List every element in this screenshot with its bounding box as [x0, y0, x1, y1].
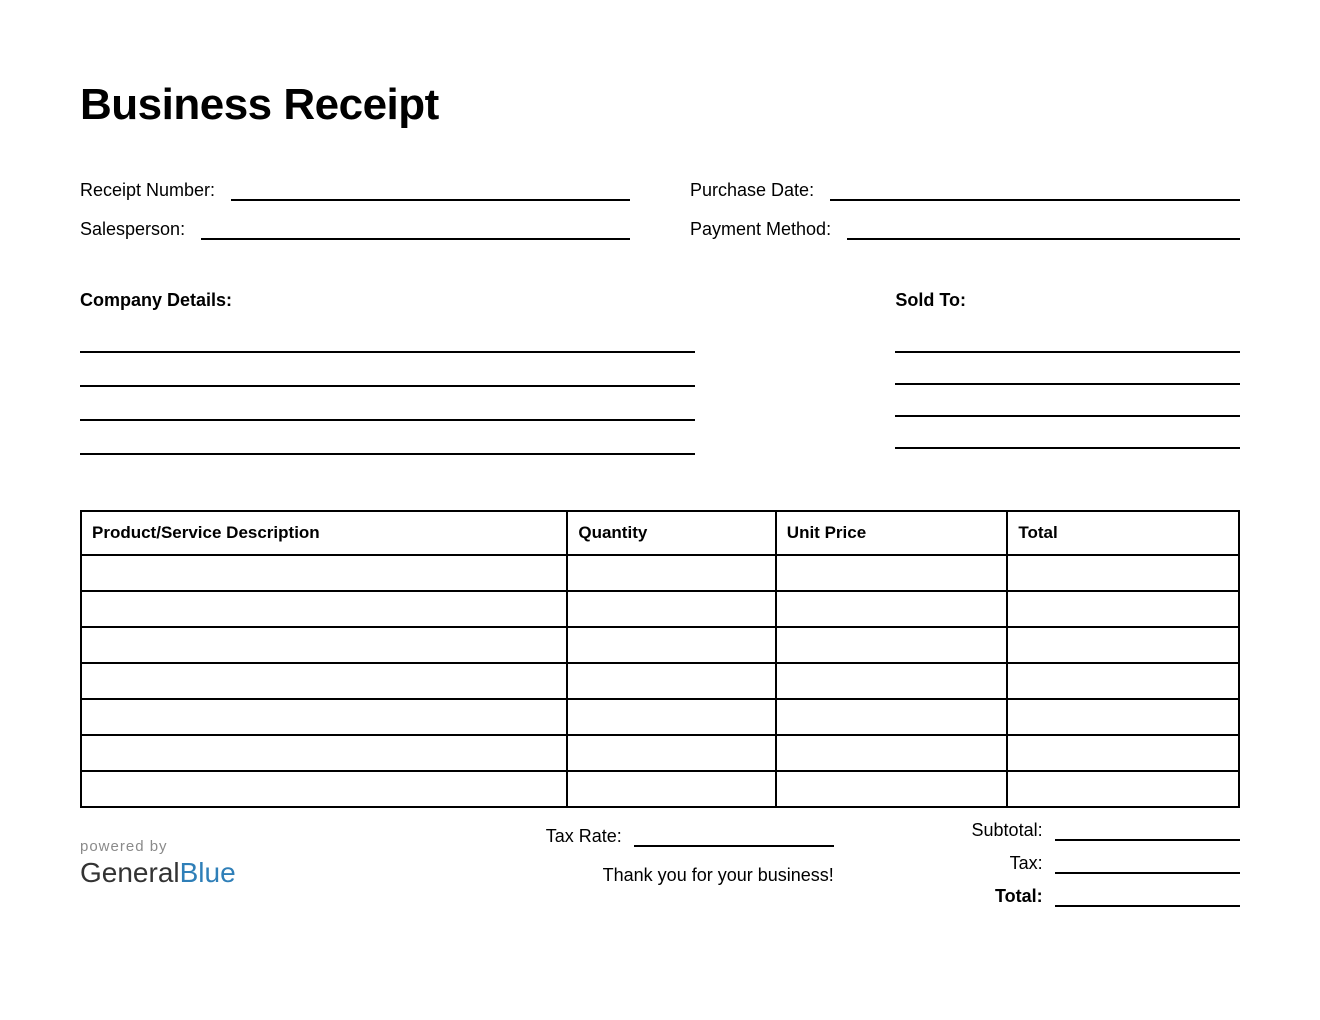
items-table: Product/Service Description Quantity Uni… — [80, 510, 1240, 808]
cell-total[interactable] — [1007, 663, 1239, 699]
tax-row: Tax: — [854, 853, 1240, 874]
address-lines-block — [80, 331, 1240, 455]
company-line-3[interactable] — [80, 399, 695, 421]
items-header-row: Product/Service Description Quantity Uni… — [81, 511, 1239, 555]
tax-field[interactable] — [1055, 854, 1240, 874]
center-column: Tax Rate: Thank you for your business! — [448, 820, 834, 886]
thanks-row: Thank you for your business! — [448, 865, 834, 886]
col-total: Total — [1007, 511, 1239, 555]
cell-unit[interactable] — [776, 627, 1008, 663]
subtotal-label: Subtotal: — [854, 820, 1055, 841]
thanks-text: Thank you for your business! — [603, 865, 834, 886]
cell-total[interactable] — [1007, 771, 1239, 807]
tax-rate-field[interactable] — [634, 827, 834, 847]
cell-unit[interactable] — [776, 771, 1008, 807]
subtotal-row: Subtotal: — [854, 820, 1240, 841]
cell-unit[interactable] — [776, 699, 1008, 735]
tax-rate-label: Tax Rate: — [546, 826, 622, 847]
cell-total[interactable] — [1007, 699, 1239, 735]
cell-desc[interactable] — [81, 699, 567, 735]
cell-desc[interactable] — [81, 555, 567, 591]
col-description: Product/Service Description — [81, 511, 567, 555]
table-row — [81, 591, 1239, 627]
sold-to-heading: Sold To: — [895, 290, 1240, 311]
purchase-date-label: Purchase Date: — [690, 180, 814, 201]
receipt-number-row: Receipt Number: — [80, 180, 630, 201]
cell-desc[interactable] — [81, 627, 567, 663]
sold-to-line-2[interactable] — [895, 363, 1240, 385]
col-unit-price: Unit Price — [776, 511, 1008, 555]
cell-unit[interactable] — [776, 735, 1008, 771]
cell-qty[interactable] — [567, 591, 775, 627]
payment-method-row: Payment Method: — [690, 219, 1240, 240]
table-row — [81, 627, 1239, 663]
company-details-heading: Company Details: — [80, 290, 695, 311]
cell-desc[interactable] — [81, 771, 567, 807]
table-row — [81, 735, 1239, 771]
document-title: Business Receipt — [80, 80, 1240, 130]
cell-desc[interactable] — [81, 735, 567, 771]
col-quantity: Quantity — [567, 511, 775, 555]
cell-total[interactable] — [1007, 627, 1239, 663]
cell-desc[interactable] — [81, 591, 567, 627]
cell-qty[interactable] — [567, 771, 775, 807]
cell-qty[interactable] — [567, 627, 775, 663]
company-line-4[interactable] — [80, 433, 695, 455]
receipt-number-label: Receipt Number: — [80, 180, 215, 201]
table-row — [81, 771, 1239, 807]
salesperson-field[interactable] — [201, 220, 630, 240]
subtotal-field[interactable] — [1055, 821, 1240, 841]
company-line-1[interactable] — [80, 331, 695, 353]
tax-label: Tax: — [854, 853, 1055, 874]
powered-by-label: powered by — [80, 838, 428, 855]
cell-total[interactable] — [1007, 555, 1239, 591]
salesperson-label: Salesperson: — [80, 219, 185, 240]
brand-logo: GeneralBlue — [80, 857, 428, 889]
sold-to-line-3[interactable] — [895, 395, 1240, 417]
cell-unit[interactable] — [776, 591, 1008, 627]
sold-to-line-4[interactable] — [895, 427, 1240, 449]
totals-block: Subtotal: Tax: Total: — [854, 820, 1240, 907]
table-row — [81, 555, 1239, 591]
cell-qty[interactable] — [567, 699, 775, 735]
cell-qty[interactable] — [567, 555, 775, 591]
brand-block: powered by GeneralBlue — [80, 820, 428, 889]
meta-grid: Receipt Number: Purchase Date: Salespers… — [80, 180, 1240, 240]
table-row — [81, 699, 1239, 735]
cell-desc[interactable] — [81, 663, 567, 699]
tax-rate-row: Tax Rate: — [448, 826, 834, 847]
total-row: Total: — [854, 886, 1240, 907]
company-details-lines — [80, 331, 695, 455]
receipt-number-field[interactable] — [231, 181, 630, 201]
sold-to-line-1[interactable] — [895, 331, 1240, 353]
payment-method-field[interactable] — [847, 220, 1240, 240]
cell-unit[interactable] — [776, 555, 1008, 591]
table-row — [81, 663, 1239, 699]
salesperson-row: Salesperson: — [80, 219, 630, 240]
payment-method-label: Payment Method: — [690, 219, 831, 240]
purchase-date-field[interactable] — [830, 181, 1240, 201]
cell-unit[interactable] — [776, 663, 1008, 699]
sold-to-lines — [895, 331, 1240, 455]
cell-total[interactable] — [1007, 735, 1239, 771]
brand-name-part2: Blue — [180, 857, 236, 888]
cell-qty[interactable] — [567, 735, 775, 771]
footer-grid: powered by GeneralBlue Tax Rate: Thank y… — [80, 820, 1240, 907]
cell-total[interactable] — [1007, 591, 1239, 627]
purchase-date-row: Purchase Date: — [690, 180, 1240, 201]
brand-name-part1: General — [80, 857, 180, 888]
total-label: Total: — [854, 886, 1055, 907]
section-headings: Company Details: Sold To: — [80, 290, 1240, 311]
company-line-2[interactable] — [80, 365, 695, 387]
cell-qty[interactable] — [567, 663, 775, 699]
total-field[interactable] — [1055, 887, 1240, 907]
